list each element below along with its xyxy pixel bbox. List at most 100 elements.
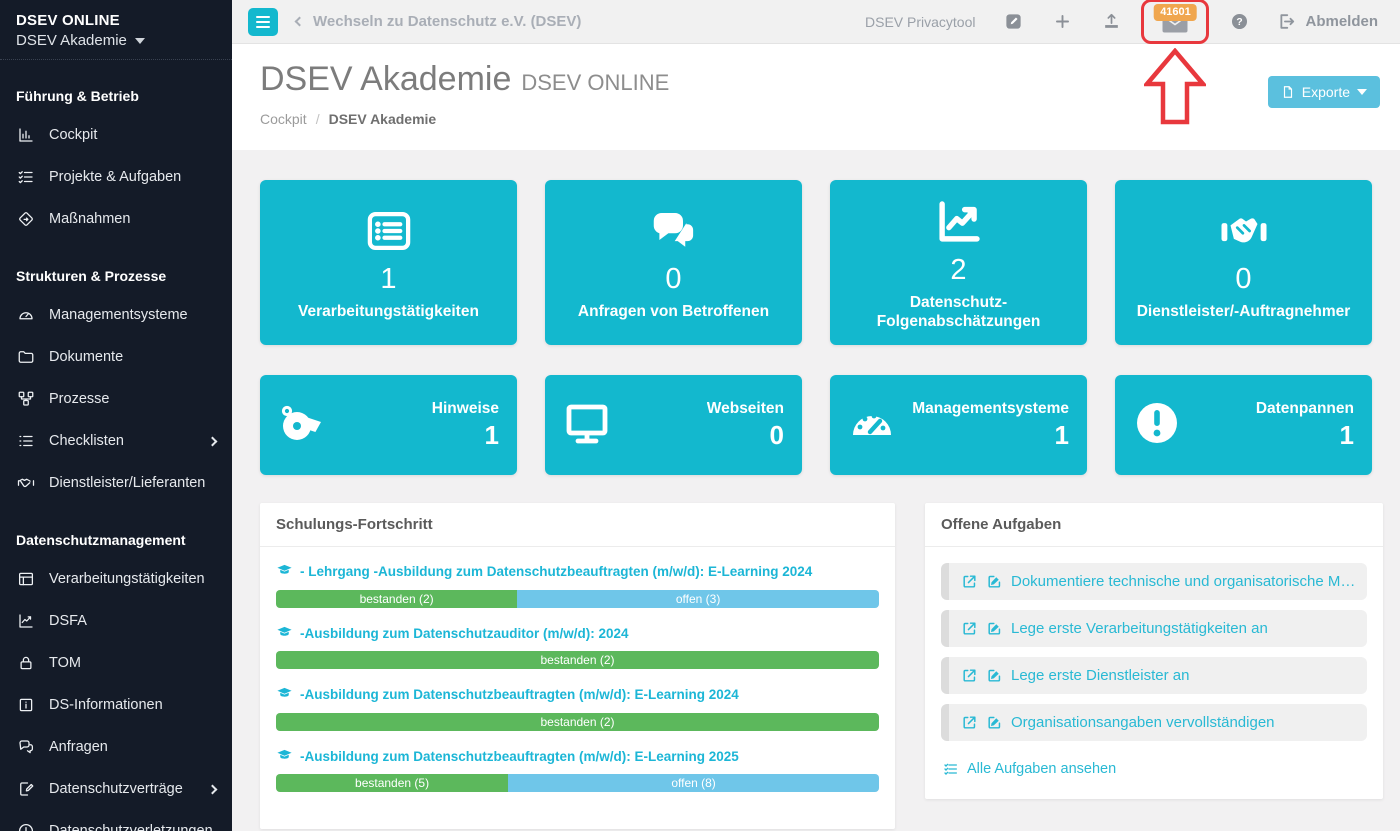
card-managementsysteme[interactable]: Managementsysteme 1 bbox=[830, 375, 1087, 475]
contract-icon bbox=[16, 780, 36, 798]
external-link-icon[interactable] bbox=[961, 714, 978, 731]
sidebar-item-label: Dokumente bbox=[49, 349, 124, 365]
edit-icon[interactable] bbox=[986, 714, 1003, 731]
sidebar-item-label: Prozesse bbox=[49, 391, 110, 407]
sidebar-item-label: Anfragen bbox=[49, 739, 108, 755]
course-item: -Ausbildung zum Datenschutzauditor (m/w/… bbox=[276, 625, 879, 670]
upload-icon[interactable] bbox=[1100, 11, 1122, 33]
sidebar-item-label: Datenschutzverletzungen bbox=[49, 823, 213, 831]
export-button[interactable]: Exporte bbox=[1267, 76, 1380, 108]
sidebar-item-dsfa[interactable]: DSFA bbox=[0, 600, 232, 642]
handshake-icon bbox=[1217, 203, 1271, 259]
stat-label: Verarbeitungstätigkeiten bbox=[298, 303, 479, 321]
alert-circle-icon bbox=[16, 822, 36, 831]
hamburger-menu-button[interactable] bbox=[248, 7, 278, 36]
graduation-cap-icon bbox=[277, 626, 292, 636]
sidebar-item-ds-informationen[interactable]: DS-Informationen bbox=[0, 684, 232, 726]
section-title: Führung & Betrieb bbox=[16, 88, 139, 104]
progress-bar: bestanden (5) offen (8) bbox=[276, 774, 879, 793]
sidebar-item-cockpit[interactable]: Cockpit bbox=[0, 114, 232, 156]
mail-notifications-button[interactable]: 41601 bbox=[1141, 0, 1210, 124]
sidebar-item-dokumente[interactable]: Dokumente bbox=[0, 336, 232, 378]
card-dienstleister-auftragnehmer[interactable]: 0 Dienstleister/-Auftragnehmer bbox=[1115, 180, 1372, 345]
task-label: Lege erste Verarbeitungstätigkeiten an bbox=[1011, 620, 1268, 637]
monitor-icon bbox=[563, 399, 611, 452]
breadcrumb-separator: / bbox=[315, 111, 320, 127]
sidebar-item-massnahmen[interactable]: Maßnahmen bbox=[0, 198, 232, 240]
course-title[interactable]: - Lehrgang -Ausbildung zum Datenschutzbe… bbox=[276, 563, 879, 581]
stat-value: 0 bbox=[1235, 263, 1252, 296]
stat-cards-row: 1 Verarbeitungstätigkeiten 0 Anfragen vo… bbox=[260, 180, 1372, 345]
external-link-icon[interactable] bbox=[961, 620, 978, 637]
sidebar-item-datenschutzvertraege[interactable]: Datenschutzverträge bbox=[0, 768, 232, 810]
sidebar-item-label: Managementsysteme bbox=[49, 307, 188, 323]
course-title[interactable]: -Ausbildung zum Datenschutzbeauftragten … bbox=[276, 748, 879, 766]
org-switcher[interactable]: DSEV Akademie bbox=[16, 32, 216, 49]
chevron-right-icon bbox=[207, 436, 218, 446]
sidebar-section-fuehrung: Führung & Betrieb Cockpit Projekte & Auf… bbox=[0, 82, 232, 240]
add-icon[interactable] bbox=[1051, 11, 1073, 33]
sidebar-item-prozesse[interactable]: Prozesse bbox=[0, 378, 232, 420]
stat-label: Datenschutz-Folgenabschätzungen bbox=[876, 293, 1041, 330]
chevron-left-icon bbox=[294, 16, 305, 27]
exclamation-circle-icon bbox=[1133, 399, 1181, 452]
lock-icon bbox=[16, 654, 36, 672]
tasks-panel-title: Offene Aufgaben bbox=[925, 503, 1384, 547]
sidebar-item-label: Verarbeitungstätigkeiten bbox=[49, 571, 205, 587]
course-title[interactable]: -Ausbildung zum Datenschutzauditor (m/w/… bbox=[276, 625, 879, 643]
logout-button[interactable]: Abmelden bbox=[1277, 12, 1378, 31]
breadcrumb-parent[interactable]: Cockpit bbox=[260, 111, 307, 127]
card-webseiten[interactable]: Webseiten 0 bbox=[545, 375, 802, 475]
sidebar-item-tom[interactable]: TOM bbox=[0, 642, 232, 684]
sidebar-item-label: Projekte & Aufgaben bbox=[49, 169, 182, 185]
external-link-icon[interactable] bbox=[961, 573, 978, 590]
progress-segment-offen: offen (8) bbox=[508, 774, 879, 793]
sidebar-item-anfragen[interactable]: Anfragen bbox=[0, 726, 232, 768]
page-title: DSEV Akademie DSEV ONLINE bbox=[260, 60, 1372, 99]
progress-segment-bestanden: bestanden (2) bbox=[276, 651, 879, 670]
task-label: Lege erste Dienstleister an bbox=[1011, 667, 1190, 684]
course-title[interactable]: -Ausbildung zum Datenschutzbeauftragten … bbox=[276, 686, 879, 704]
switch-org-link[interactable]: Wechseln zu Datenschutz e.V. (DSEV) bbox=[294, 13, 581, 30]
edit-icon[interactable] bbox=[986, 573, 1003, 590]
help-icon[interactable]: ? bbox=[1228, 11, 1250, 33]
task-label: Organisationsangaben vervollständigen bbox=[1011, 714, 1275, 731]
card-hinweise[interactable]: Hinweise 1 bbox=[260, 375, 517, 475]
edit-icon[interactable] bbox=[986, 620, 1003, 637]
org-title: DSEV ONLINE bbox=[16, 12, 120, 29]
chat-icon bbox=[16, 738, 36, 756]
task-row[interactable]: Lege erste Dienstleister an bbox=[941, 657, 1368, 694]
logout-label: Abmelden bbox=[1305, 13, 1378, 30]
sidebar-item-verarbeitungstaetigkeiten[interactable]: Verarbeitungstätigkeiten bbox=[0, 558, 232, 600]
mini-card-label: Datenpannen bbox=[1255, 399, 1354, 417]
edit-icon[interactable] bbox=[986, 667, 1003, 684]
list-icon bbox=[362, 203, 416, 259]
task-label: Dokumentiere technische und organisatori… bbox=[1011, 573, 1356, 590]
mini-card-label: Webseiten bbox=[706, 399, 784, 417]
task-row[interactable]: Dokumentiere technische und organisatori… bbox=[941, 563, 1368, 600]
svg-text:?: ? bbox=[1236, 17, 1242, 28]
breadcrumb-current: DSEV Akademie bbox=[328, 111, 437, 127]
task-row[interactable]: Organisationsangaben vervollständigen bbox=[941, 704, 1368, 741]
card-anfragen-von-betroffenen[interactable]: 0 Anfragen von Betroffenen bbox=[545, 180, 802, 345]
comments-icon bbox=[647, 203, 701, 259]
task-row[interactable]: Lege erste Verarbeitungstätigkeiten an bbox=[941, 610, 1368, 647]
progress-bar: bestanden (2) bbox=[276, 712, 879, 731]
page-header: DSEV Akademie DSEV ONLINE Cockpit / DSEV … bbox=[232, 44, 1400, 150]
graduation-cap-icon bbox=[277, 749, 292, 759]
external-link-icon[interactable] bbox=[961, 667, 978, 684]
trend-chart-icon bbox=[16, 612, 36, 630]
sidebar-item-managementsysteme[interactable]: Managementsysteme bbox=[0, 294, 232, 336]
card-datenschutz-folgenabschaetzungen[interactable]: 2 Datenschutz-Folgenabschätzungen bbox=[830, 180, 1087, 345]
sidebar-item-projekte-aufgaben[interactable]: Projekte & Aufgaben bbox=[0, 156, 232, 198]
view-all-tasks-link[interactable]: Alle Aufgaben ansehen bbox=[941, 751, 1367, 779]
edit-square-icon[interactable] bbox=[1002, 11, 1024, 33]
page-title-suffix: DSEV ONLINE bbox=[521, 70, 670, 95]
sidebar-item-dienstleister-lieferanten[interactable]: Dienstleister/Lieferanten bbox=[0, 462, 232, 504]
sidebar-item-checklisten[interactable]: Checklisten bbox=[0, 420, 232, 462]
sidebar-item-datenschutzverletzungen[interactable]: Datenschutzverletzungen bbox=[0, 810, 232, 831]
bar-chart-icon bbox=[16, 126, 36, 144]
whistle-icon bbox=[278, 399, 326, 452]
card-datenpannen[interactable]: Datenpannen 1 bbox=[1115, 375, 1372, 475]
card-verarbeitungstaetigkeiten[interactable]: 1 Verarbeitungstätigkeiten bbox=[260, 180, 517, 345]
